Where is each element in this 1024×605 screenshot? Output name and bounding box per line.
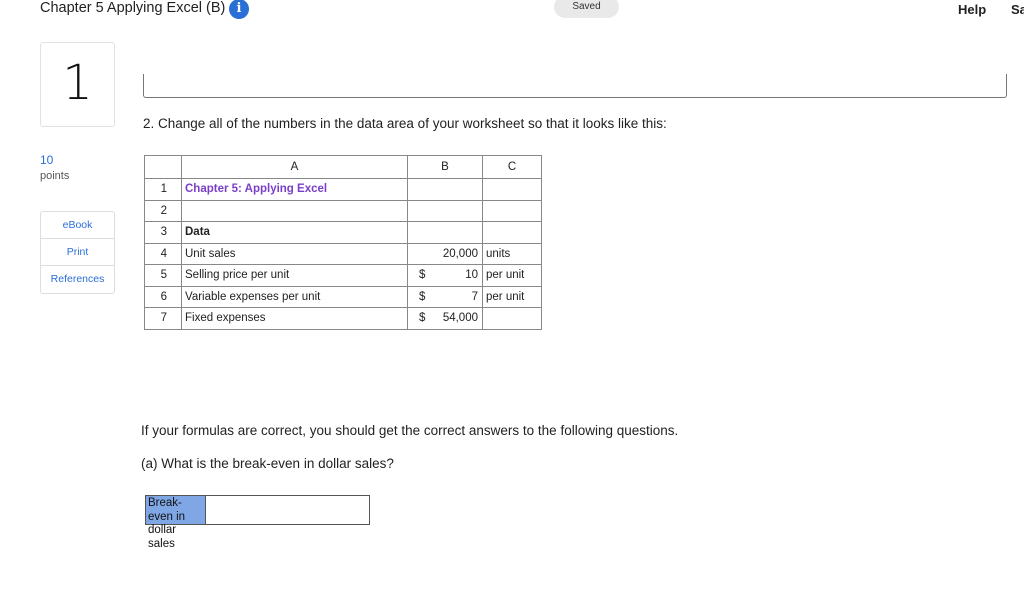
column-header-c: C	[482, 155, 542, 179]
cell-c3	[482, 221, 542, 244]
cell-c1	[482, 178, 542, 201]
help-link[interactable]: Help	[958, 2, 986, 17]
saved-status-badge: Saved	[554, 0, 619, 18]
table-row: 4 Unit sales 20,000 units	[144, 242, 542, 265]
cell-b5: $10	[407, 264, 483, 287]
cell-b4: 20,000	[407, 242, 483, 265]
resource-links: eBook Print References	[40, 211, 115, 294]
table-row: 6 Variable expenses per unit $7 per unit	[144, 285, 542, 308]
table-row: 3 Data	[144, 221, 542, 244]
info-icon[interactable]: i	[229, 0, 249, 19]
answer-cell	[206, 496, 369, 524]
row-number: 6	[144, 285, 182, 308]
save-exit-link[interactable]: Sa	[1011, 2, 1024, 17]
question-number-box: 1	[40, 42, 115, 127]
cell-a7: Fixed expenses	[181, 307, 408, 330]
cell-b3	[407, 221, 483, 244]
print-link[interactable]: Print	[41, 239, 114, 266]
column-header-b: B	[407, 155, 483, 179]
cell-b7: $54,000	[407, 307, 483, 330]
answer-row: Break-even in dollar sales	[145, 495, 370, 550]
cell-a4: Unit sales	[181, 242, 408, 265]
cell-a2	[181, 199, 408, 222]
cell-a5: Selling price per unit	[181, 264, 408, 287]
cell-value: 10	[465, 269, 478, 282]
break-even-dollar-sales-input[interactable]	[206, 496, 369, 524]
followup-text: If your formulas are correct, you should…	[141, 423, 679, 438]
question-prompt: 2. Change all of the numbers in the data…	[143, 116, 667, 131]
row-number: 1	[144, 178, 182, 201]
top-bar: Chapter 5 Applying Excel (B) i Saved Hel…	[0, 0, 1024, 24]
cell-a6: Variable expenses per unit	[181, 285, 408, 308]
cell-value: 7	[471, 290, 478, 303]
cell-value: 20,000	[442, 247, 478, 260]
cell-c2	[482, 199, 542, 222]
answer-label: Break-even in dollar sales	[146, 496, 206, 550]
ebook-link[interactable]: eBook	[41, 212, 114, 239]
cell-b1	[407, 178, 483, 201]
currency-symbol: $	[419, 290, 426, 303]
cell-c4: units	[482, 242, 542, 265]
cell-c5: per unit	[482, 264, 542, 287]
row-number: 5	[144, 264, 182, 287]
column-header-a: A	[181, 155, 408, 179]
row-number: 3	[144, 221, 182, 244]
currency-symbol: $	[419, 312, 426, 325]
row-number: 2	[144, 199, 182, 222]
subquestion-a: (a) What is the break-even in dollar sal…	[141, 456, 394, 471]
row-number: 7	[144, 307, 182, 330]
points-value: 10	[40, 153, 54, 167]
table-row: 5 Selling price per unit $10 per unit	[144, 264, 542, 287]
table-row: 1 Chapter 5: Applying Excel	[144, 178, 542, 201]
cell-value: 54,000	[442, 312, 478, 325]
cell-a3: Data	[181, 221, 408, 244]
cell-c6: per unit	[482, 285, 542, 308]
cell-c7	[482, 307, 542, 330]
cell-a1: Chapter 5: Applying Excel	[181, 178, 408, 201]
cell-b2	[407, 199, 483, 222]
table-row: 2	[144, 199, 542, 222]
cell-b6: $7	[407, 285, 483, 308]
table-row: 7 Fixed expenses $54,000	[144, 307, 542, 330]
question-number: 1	[62, 55, 93, 111]
corner-cell	[144, 155, 182, 179]
column-header-row: A B C	[144, 155, 542, 179]
assignment-title: Chapter 5 Applying Excel (B)	[40, 0, 226, 16]
worksheet-frame	[143, 74, 1007, 98]
spreadsheet-table: A B C 1 Chapter 5: Applying Excel 2 3 Da…	[144, 155, 542, 330]
references-link[interactable]: References	[41, 266, 114, 293]
row-number: 4	[144, 242, 182, 265]
points-label: points	[40, 170, 70, 182]
currency-symbol: $	[419, 269, 426, 282]
